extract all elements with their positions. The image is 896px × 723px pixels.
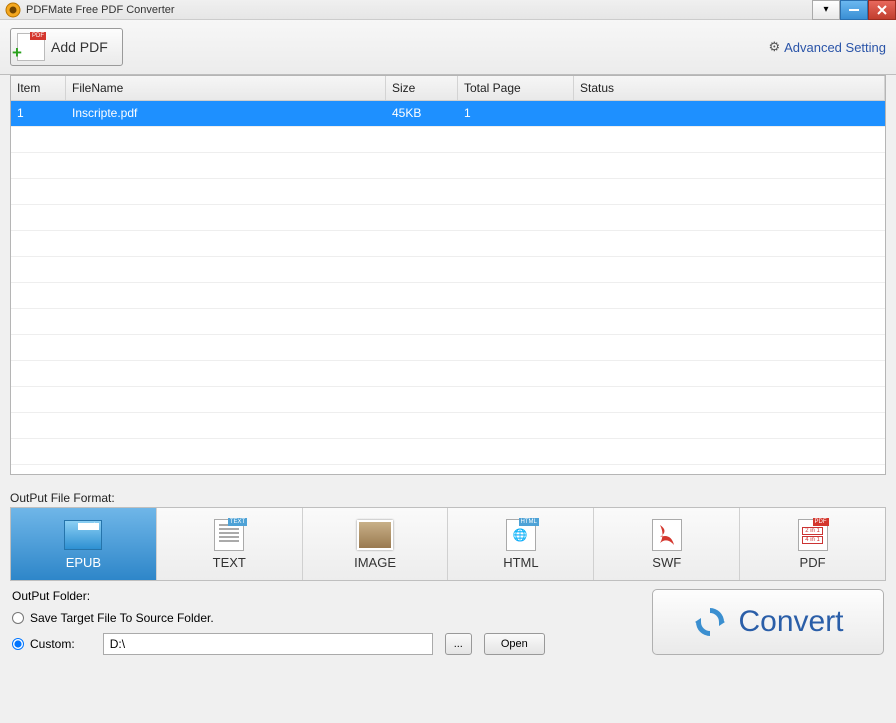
add-pdf-button[interactable]: + Add PDF (10, 28, 123, 66)
advanced-label: Advanced Setting (784, 40, 886, 55)
convert-label: Convert (738, 605, 843, 639)
add-pdf-label: Add PDF (51, 39, 108, 55)
format-html[interactable]: HTML (448, 508, 594, 580)
titlebar: PDFMate Free PDF Converter ▾ (0, 0, 896, 20)
convert-icon (692, 604, 728, 640)
plus-icon: + (12, 43, 22, 63)
radio-save-to-source[interactable] (12, 612, 24, 624)
cell-status (574, 101, 885, 126)
path-input[interactable] (103, 633, 433, 655)
toolbar: + Add PDF ⚙ Advanced Setting (0, 20, 896, 75)
gear-icon: ⚙ (768, 39, 780, 55)
browse-button[interactable]: ... (445, 633, 472, 655)
cell-totalpage: 1 (458, 101, 574, 126)
format-pdf[interactable]: 2 in 14 in 1 PDF (740, 508, 885, 580)
header-status[interactable]: Status (574, 76, 885, 100)
format-selector: EPUB TEXT IMAGE HTML SWF 2 in 14 in 1 PD… (10, 507, 886, 581)
format-text[interactable]: TEXT (157, 508, 303, 580)
table-row[interactable]: 1 Inscripte.pdf 45KB 1 (11, 101, 885, 127)
output-format-label: OutPut File Format: (0, 485, 896, 507)
format-image[interactable]: IMAGE (303, 508, 449, 580)
header-filename[interactable]: FileName (66, 76, 386, 100)
open-button[interactable]: Open (484, 633, 545, 655)
app-title: PDFMate Free PDF Converter (26, 4, 812, 16)
cell-item: 1 (11, 101, 66, 126)
app-icon (5, 2, 21, 18)
format-swf[interactable]: SWF (594, 508, 740, 580)
file-table: Item FileName Size Total Page Status 1 I… (10, 75, 886, 475)
pdf-icon: 2 in 14 in 1 (794, 518, 832, 552)
dropdown-button[interactable]: ▾ (812, 0, 840, 20)
custom-label: Custom: (30, 637, 75, 651)
table-header: Item FileName Size Total Page Status (11, 76, 885, 101)
epub-icon (64, 518, 102, 552)
header-size[interactable]: Size (386, 76, 458, 100)
format-epub[interactable]: EPUB (11, 508, 157, 580)
header-item[interactable]: Item (11, 76, 66, 100)
output-folder-label: OutPut Folder: (12, 589, 638, 603)
table-body: 1 Inscripte.pdf 45KB 1 (11, 101, 885, 474)
cell-filename: Inscripte.pdf (66, 101, 386, 126)
convert-button[interactable]: Convert (652, 589, 884, 655)
close-button[interactable] (868, 0, 896, 20)
header-totalpage[interactable]: Total Page (458, 76, 574, 100)
save-to-source-label: Save Target File To Source Folder. (30, 611, 214, 625)
swf-icon (648, 518, 686, 552)
image-icon (356, 518, 394, 552)
radio-custom[interactable] (12, 638, 24, 650)
pdf-icon: + (17, 33, 45, 61)
html-icon (502, 518, 540, 552)
advanced-setting-link[interactable]: ⚙ Advanced Setting (768, 39, 886, 55)
cell-size: 45KB (386, 101, 458, 126)
text-icon (210, 518, 248, 552)
minimize-button[interactable] (840, 0, 868, 20)
